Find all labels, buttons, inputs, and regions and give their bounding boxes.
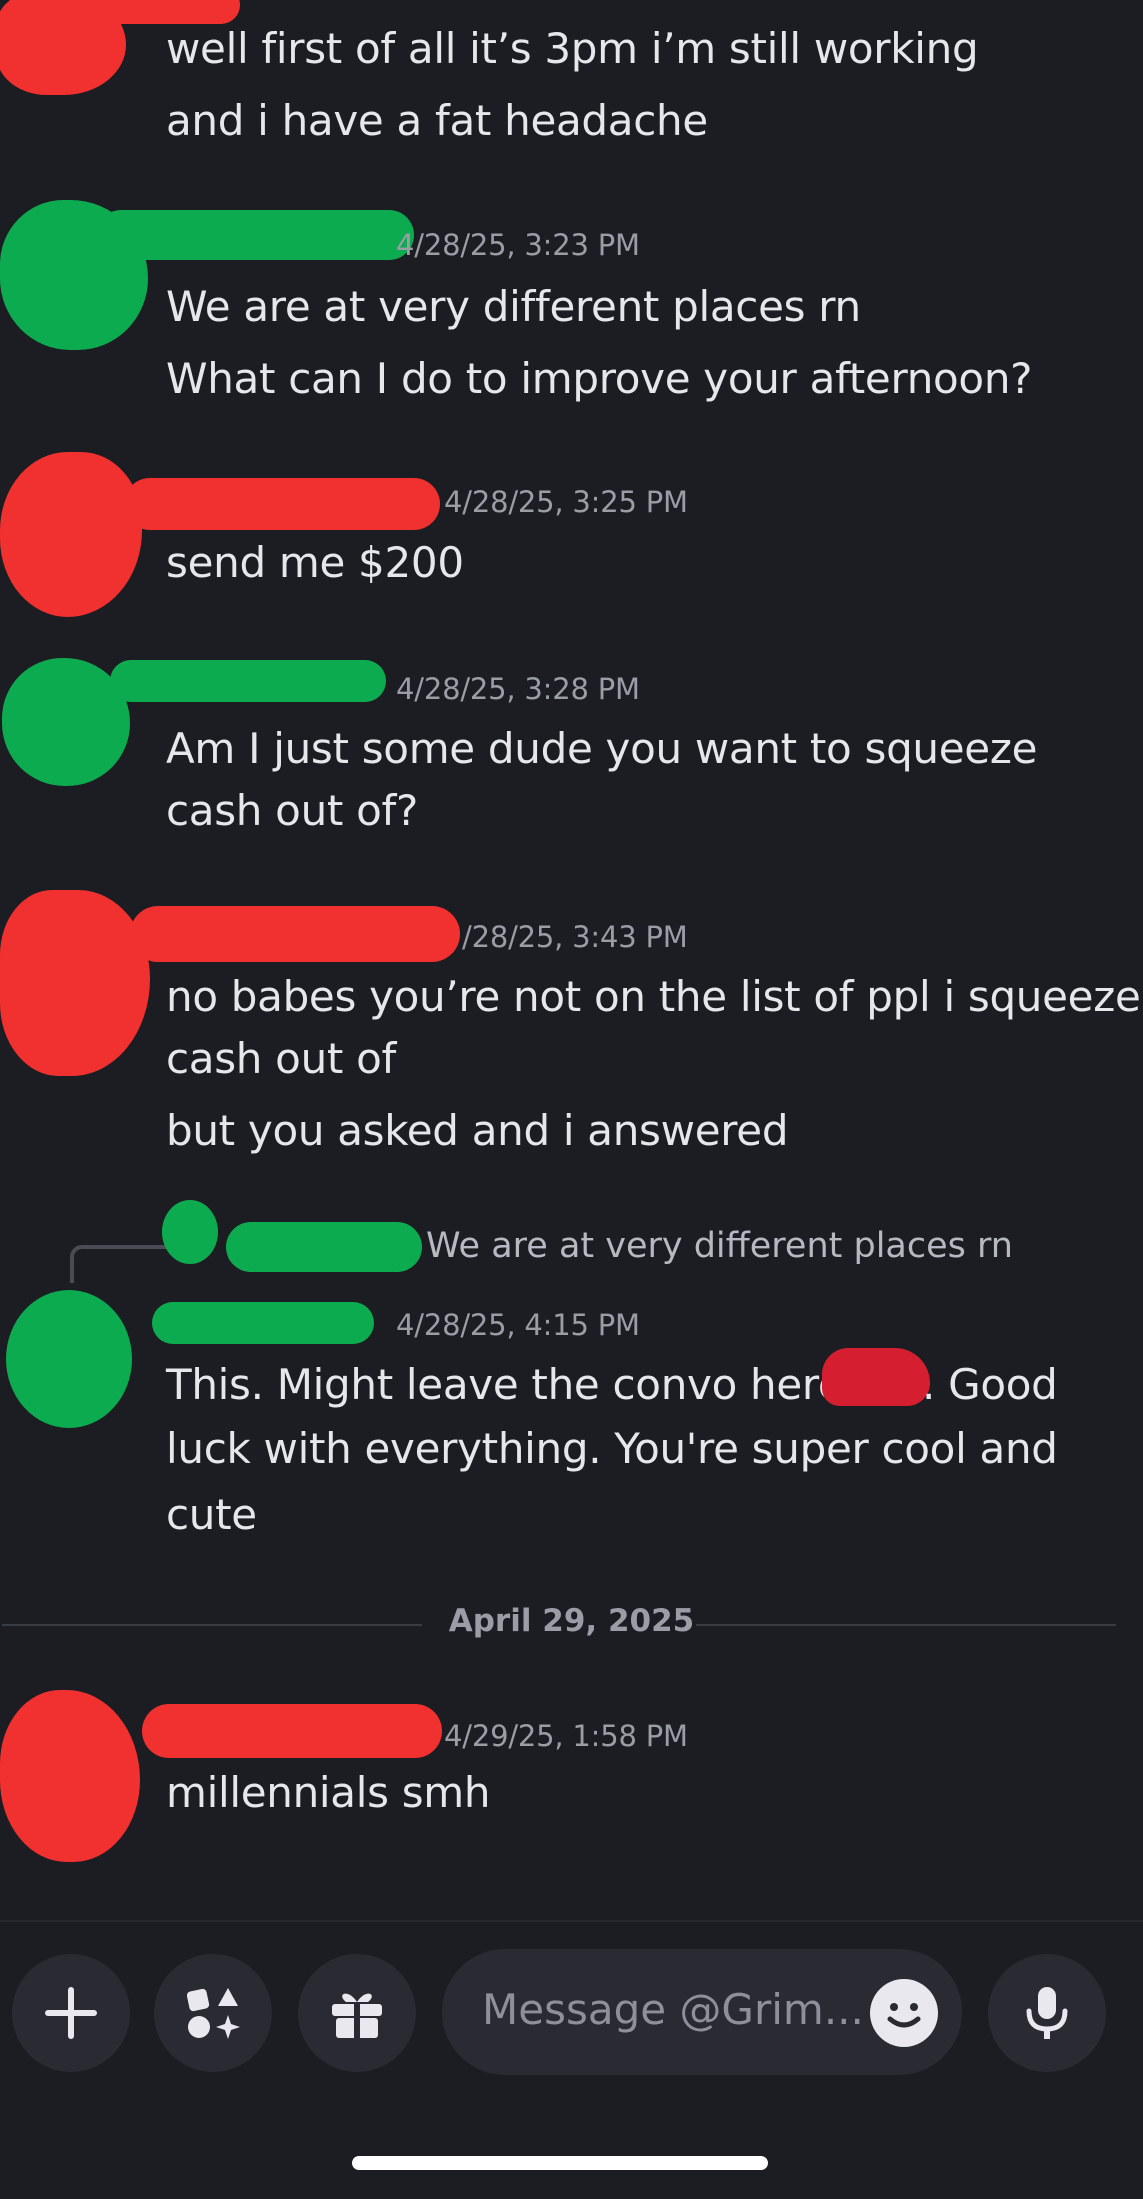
- voice-button[interactable]: [988, 1954, 1106, 2072]
- reply-avatar: [162, 1200, 218, 1264]
- redacted-username: [110, 660, 386, 702]
- redacted-avatar: [0, 1690, 140, 1862]
- redacted-username: [130, 906, 460, 962]
- redacted-username: [152, 1302, 374, 1344]
- redacted-username: [70, 0, 240, 24]
- message-timestamp: 4/28/25, 3:25 PM: [444, 485, 688, 519]
- message-line: cash out of: [166, 1034, 396, 1083]
- message-line: but you asked and i answered: [166, 1106, 789, 1155]
- date-divider-line: [696, 1624, 1116, 1626]
- redacted-reply-username: [226, 1222, 422, 1272]
- reply-preview[interactable]: We are at very different places rn: [426, 1226, 1013, 1266]
- redacted-username: [124, 478, 440, 530]
- message-input-placeholder: Message @Grim...: [482, 1985, 864, 2034]
- reply-connector: [70, 1245, 174, 1283]
- redacted-avatar: [6, 1290, 132, 1428]
- message-line: and i have a fat headache: [166, 96, 708, 145]
- message-timestamp: /28/25, 3:43 PM: [462, 920, 688, 954]
- gift-button[interactable]: [298, 1954, 416, 2072]
- message-line: well first of all it’s 3pm i’m still wor…: [166, 24, 979, 73]
- date-divider-label: April 29, 2025: [448, 1603, 695, 1639]
- message-line: luck with everything. You're super cool …: [166, 1424, 1058, 1473]
- message-list[interactable]: well first of all it’s 3pm i’m still wor…: [0, 0, 1143, 1920]
- message-timestamp: 4/28/25, 3:28 PM: [396, 672, 640, 706]
- redacted-username: [142, 1704, 442, 1758]
- redacted-username: [96, 210, 414, 260]
- apps-icon: [186, 1988, 240, 2039]
- redacted-name-inline: [822, 1348, 930, 1406]
- message-line: Am I just some dude you want to squeeze: [166, 724, 1038, 773]
- message-line: We are at very different places rn: [166, 282, 861, 331]
- message-line: no babes you’re not on the list of ppl i…: [166, 972, 1141, 1021]
- message-timestamp: 4/29/25, 1:58 PM: [444, 1719, 688, 1753]
- message-timestamp: 4/28/25, 4:15 PM: [396, 1308, 640, 1342]
- emoji-button[interactable]: [870, 1979, 938, 2047]
- apps-button[interactable]: [154, 1954, 272, 2072]
- message-line: cash out of?: [166, 786, 418, 835]
- attach-button[interactable]: [12, 1954, 130, 2072]
- emoji-icon: [887, 2003, 921, 2028]
- mic-icon: [1026, 1987, 1068, 2039]
- message-input[interactable]: Message @Grim...: [442, 1949, 962, 2075]
- message-line: . Good: [922, 1360, 1058, 1409]
- redacted-avatar: [0, 452, 142, 617]
- composer-divider: [0, 1920, 1143, 1922]
- gift-icon: [332, 1993, 382, 2038]
- home-indicator[interactable]: [352, 2156, 768, 2170]
- message-line: What can I do to improve your afternoon?: [166, 354, 1033, 403]
- redacted-avatar: [0, 890, 150, 1076]
- message-line: send me $200: [166, 538, 464, 587]
- message-line: millennials smh: [166, 1768, 491, 1817]
- plus-icon: [45, 1987, 97, 2039]
- message-timestamp: 4/28/25, 3:23 PM: [396, 228, 640, 262]
- message-line: cute: [166, 1490, 257, 1539]
- message-line: This. Might leave the convo here: [166, 1360, 844, 1409]
